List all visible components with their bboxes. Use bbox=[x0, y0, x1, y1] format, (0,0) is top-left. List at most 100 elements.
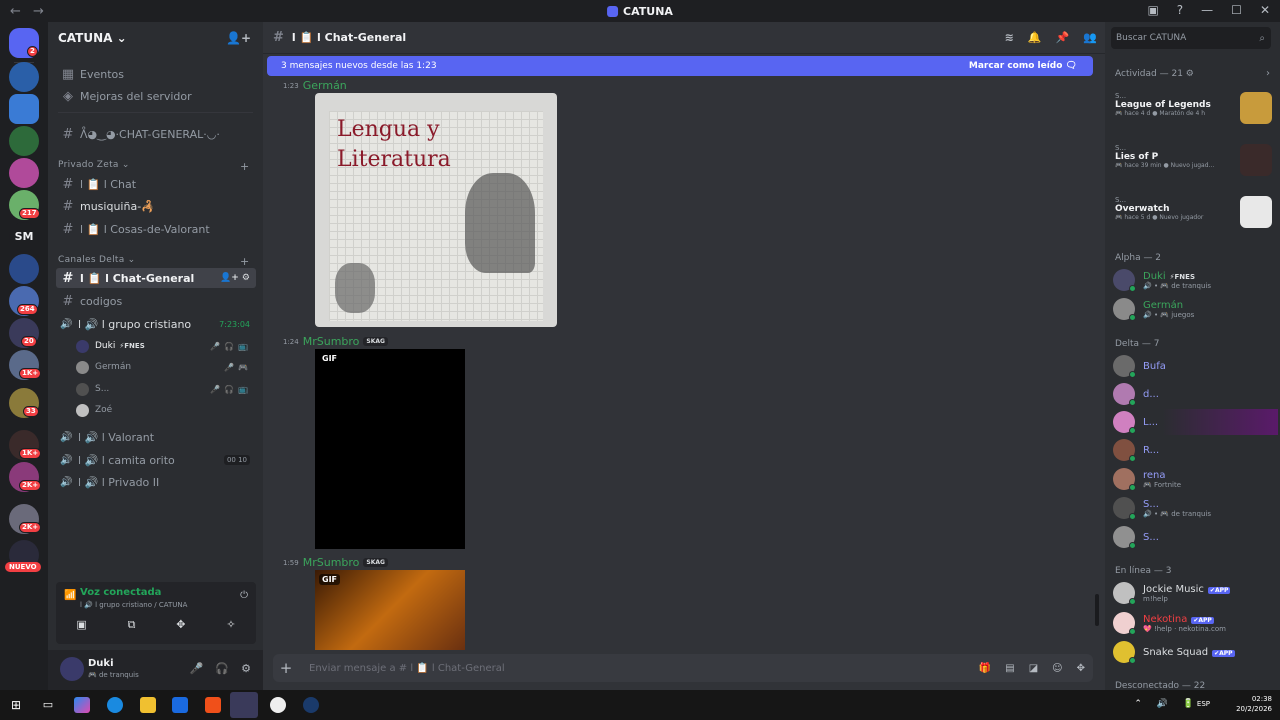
server-icon[interactable]: 1K+ bbox=[9, 430, 42, 460]
bell-icon[interactable]: 🔔 bbox=[1028, 31, 1042, 44]
members-icon[interactable]: 👥 bbox=[1083, 31, 1097, 44]
activity-header[interactable]: Actividad — 21 ⚙ bbox=[1115, 69, 1194, 79]
new-messages-bar[interactable]: 3 mensajes nuevos desde las 1:23 Marcar … bbox=[267, 56, 1093, 76]
server-icon[interactable]: 2K+ bbox=[9, 504, 42, 534]
member-item[interactable]: Bufa bbox=[1113, 353, 1278, 379]
steam-icon[interactable] bbox=[303, 697, 319, 713]
server-icon[interactable] bbox=[9, 254, 39, 284]
sticker-icon[interactable]: ◪ bbox=[1029, 663, 1038, 674]
author-name[interactable]: MrSumbro bbox=[303, 556, 360, 569]
settings-gear-icon[interactable]: 👤+ ⚙ bbox=[220, 273, 250, 283]
member-item[interactable]: rena 🎮 Fortnite bbox=[1113, 466, 1278, 492]
server-icon[interactable]: 2K+ bbox=[9, 462, 42, 492]
outlook-icon[interactable] bbox=[172, 697, 188, 713]
boosts-item[interactable]: ◈ Mejoras del servidor bbox=[56, 86, 256, 106]
brave-icon[interactable] bbox=[205, 697, 221, 713]
screen-share-icon[interactable]: ⧉ bbox=[128, 618, 136, 632]
server-icon[interactable] bbox=[9, 94, 39, 124]
server-icon[interactable]: 33 bbox=[9, 388, 39, 418]
threads-icon[interactable]: ≋ bbox=[1005, 31, 1014, 44]
channel-cosas-de-valorant[interactable]: # l 📋 l Cosas-de-Valorant bbox=[56, 219, 256, 239]
inbox-icon[interactable]: ▣ bbox=[1147, 3, 1158, 17]
gif-attachment[interactable]: GIF bbox=[315, 570, 465, 650]
system-tray[interactable]: ESP 02:38 20/2/2026 bbox=[1197, 694, 1272, 714]
server-icon[interactable] bbox=[9, 62, 39, 92]
channel-chat[interactable]: # l 📋 l Chat bbox=[56, 174, 256, 194]
tray-icons[interactable]: ⌃ 🔊 🔋 bbox=[1134, 699, 1200, 709]
member-item[interactable]: Jockie Music ✔APP m!help bbox=[1113, 580, 1278, 606]
gif-attachment[interactable]: GIF bbox=[315, 349, 465, 549]
scrollbar[interactable] bbox=[1095, 594, 1099, 626]
server-icon[interactable]: 20 bbox=[9, 318, 39, 348]
windows-start-icon[interactable]: ⊞ bbox=[8, 697, 24, 713]
server-header[interactable]: CATUNA ⌄ 👤+ bbox=[48, 22, 263, 54]
voice-user[interactable]: S... 🎤🎧📺 bbox=[76, 380, 252, 398]
maximize-icon[interactable]: ☐ bbox=[1231, 3, 1242, 17]
member-item[interactable]: S... 🔊 • 🎮 de tranquis bbox=[1113, 495, 1278, 521]
help-icon[interactable]: ? bbox=[1177, 3, 1183, 17]
events-item[interactable]: ▦ Eventos bbox=[56, 64, 256, 84]
voice-user[interactable]: Germán 🎤🎮 bbox=[76, 358, 252, 376]
add-channel-icon[interactable]: + bbox=[240, 255, 250, 268]
channel-musiquina[interactable]: # musiquiña-🦂 bbox=[56, 196, 256, 216]
server-sm[interactable]: SM bbox=[9, 222, 39, 252]
add-channel-icon[interactable]: + bbox=[240, 160, 250, 173]
task-view-icon[interactable]: ▭ bbox=[40, 697, 56, 713]
voice-status-subtitle[interactable]: l 🔊 l grupo cristiano / CATUNA bbox=[80, 601, 187, 609]
mute-mic-icon[interactable]: 🎤 bbox=[190, 662, 204, 675]
apps-icon[interactable]: ✥ bbox=[1077, 663, 1085, 674]
voice-channel-valorant[interactable]: 🔊 l 🔊 l Valorant bbox=[56, 427, 256, 447]
member-item[interactable]: Germán 🔊 • 🎮 juegos bbox=[1113, 296, 1278, 322]
server-icon[interactable]: 264 bbox=[9, 286, 39, 316]
activities-icon[interactable]: ✥ bbox=[176, 618, 185, 632]
close-icon[interactable]: ✕ bbox=[1260, 3, 1270, 17]
channel-chat-general-top[interactable]: # ᐰ◕‿◕·CHAT-GENERAL·◡· bbox=[56, 124, 256, 144]
voice-user[interactable]: Zoé bbox=[76, 401, 252, 419]
deafen-icon[interactable]: 🎧 bbox=[215, 662, 229, 675]
member-item[interactable]: Duki ⚡FNES 🔊 • 🎮 de tranquis bbox=[1113, 267, 1278, 293]
member-item[interactable]: S... bbox=[1113, 524, 1278, 550]
channel-chat-general[interactable]: # l 📋 l Chat-General 👤+ ⚙ bbox=[56, 268, 256, 288]
disconnect-icon[interactable]: ⏻ bbox=[240, 590, 248, 601]
invite-icon[interactable]: 👤+ bbox=[226, 31, 251, 45]
member-item[interactable]: Snake Squad ✔APP bbox=[1113, 639, 1278, 665]
chevron-right-icon[interactable]: › bbox=[1266, 68, 1270, 79]
activity-card[interactable]: S... League of Legends 🎮 hace 4 d ● Mara… bbox=[1111, 88, 1276, 136]
mark-as-read-button[interactable]: Marcar como leído 🗨 bbox=[969, 61, 1077, 71]
camera-icon[interactable]: ▣ bbox=[76, 618, 86, 632]
category-canales-delta[interactable]: Canales Delta ⌄ + bbox=[58, 255, 249, 268]
voice-channel-grupo-cristiano[interactable]: 🔊 l 🔊 l grupo cristiano 7:23:04 bbox=[56, 314, 256, 334]
voice-channel-camita-orito[interactable]: 🔊 l 🔊 l camita orito 00 10 bbox=[56, 450, 256, 470]
minimize-icon[interactable]: — bbox=[1201, 3, 1213, 17]
avatar[interactable] bbox=[60, 657, 84, 681]
user-settings-icon[interactable]: ⚙ bbox=[241, 662, 251, 675]
obs-icon[interactable] bbox=[270, 697, 286, 713]
channel-codigos[interactable]: # codigos bbox=[56, 291, 256, 311]
member-item[interactable]: d... bbox=[1113, 381, 1278, 407]
server-icon[interactable]: 217 bbox=[9, 190, 40, 220]
image-attachment[interactable]: Lengua y Literatura bbox=[315, 93, 557, 327]
gift-icon[interactable]: 🎁 bbox=[979, 663, 991, 674]
category-privado-zeta[interactable]: Privado Zeta ⌄ + bbox=[58, 160, 249, 173]
author-name[interactable]: Germán bbox=[303, 79, 347, 92]
member-item[interactable]: R... bbox=[1113, 437, 1278, 463]
file-explorer-icon[interactable] bbox=[140, 697, 156, 713]
author-name[interactable]: MrSumbro bbox=[303, 335, 360, 348]
gif-icon[interactable]: ▤ bbox=[1005, 663, 1014, 674]
activity-card[interactable]: S... Overwatch 🎮 hace 5 d ● Nuevo jugado… bbox=[1111, 192, 1276, 240]
pin-icon[interactable]: 📌 bbox=[1056, 31, 1070, 44]
add-attachment-icon[interactable]: + bbox=[273, 659, 299, 677]
home-icon[interactable]: 2 bbox=[9, 28, 39, 58]
copilot-icon[interactable] bbox=[74, 697, 90, 713]
message-composer[interactable]: + Enviar mensaje a # l 📋 l Chat-General … bbox=[273, 654, 1093, 682]
emoji-icon[interactable]: ☺ bbox=[1052, 663, 1062, 674]
server-icon[interactable] bbox=[9, 126, 39, 156]
activity-card[interactable]: S... Lies of P 🎮 hace 39 min ● Nuevo jug… bbox=[1111, 140, 1276, 188]
voice-user[interactable]: Duki ⚡FNES 🎤🎧📺 bbox=[76, 337, 252, 355]
nav-arrows[interactable]: ← → bbox=[10, 4, 50, 19]
voice-channel-privado-ii[interactable]: 🔊 l 🔊 l Privado II bbox=[56, 472, 256, 492]
server-icon[interactable] bbox=[9, 158, 39, 188]
server-icon[interactable]: 1K+ bbox=[9, 350, 42, 380]
discord-taskbar-icon[interactable] bbox=[230, 692, 258, 718]
member-item[interactable]: L... bbox=[1113, 409, 1278, 435]
